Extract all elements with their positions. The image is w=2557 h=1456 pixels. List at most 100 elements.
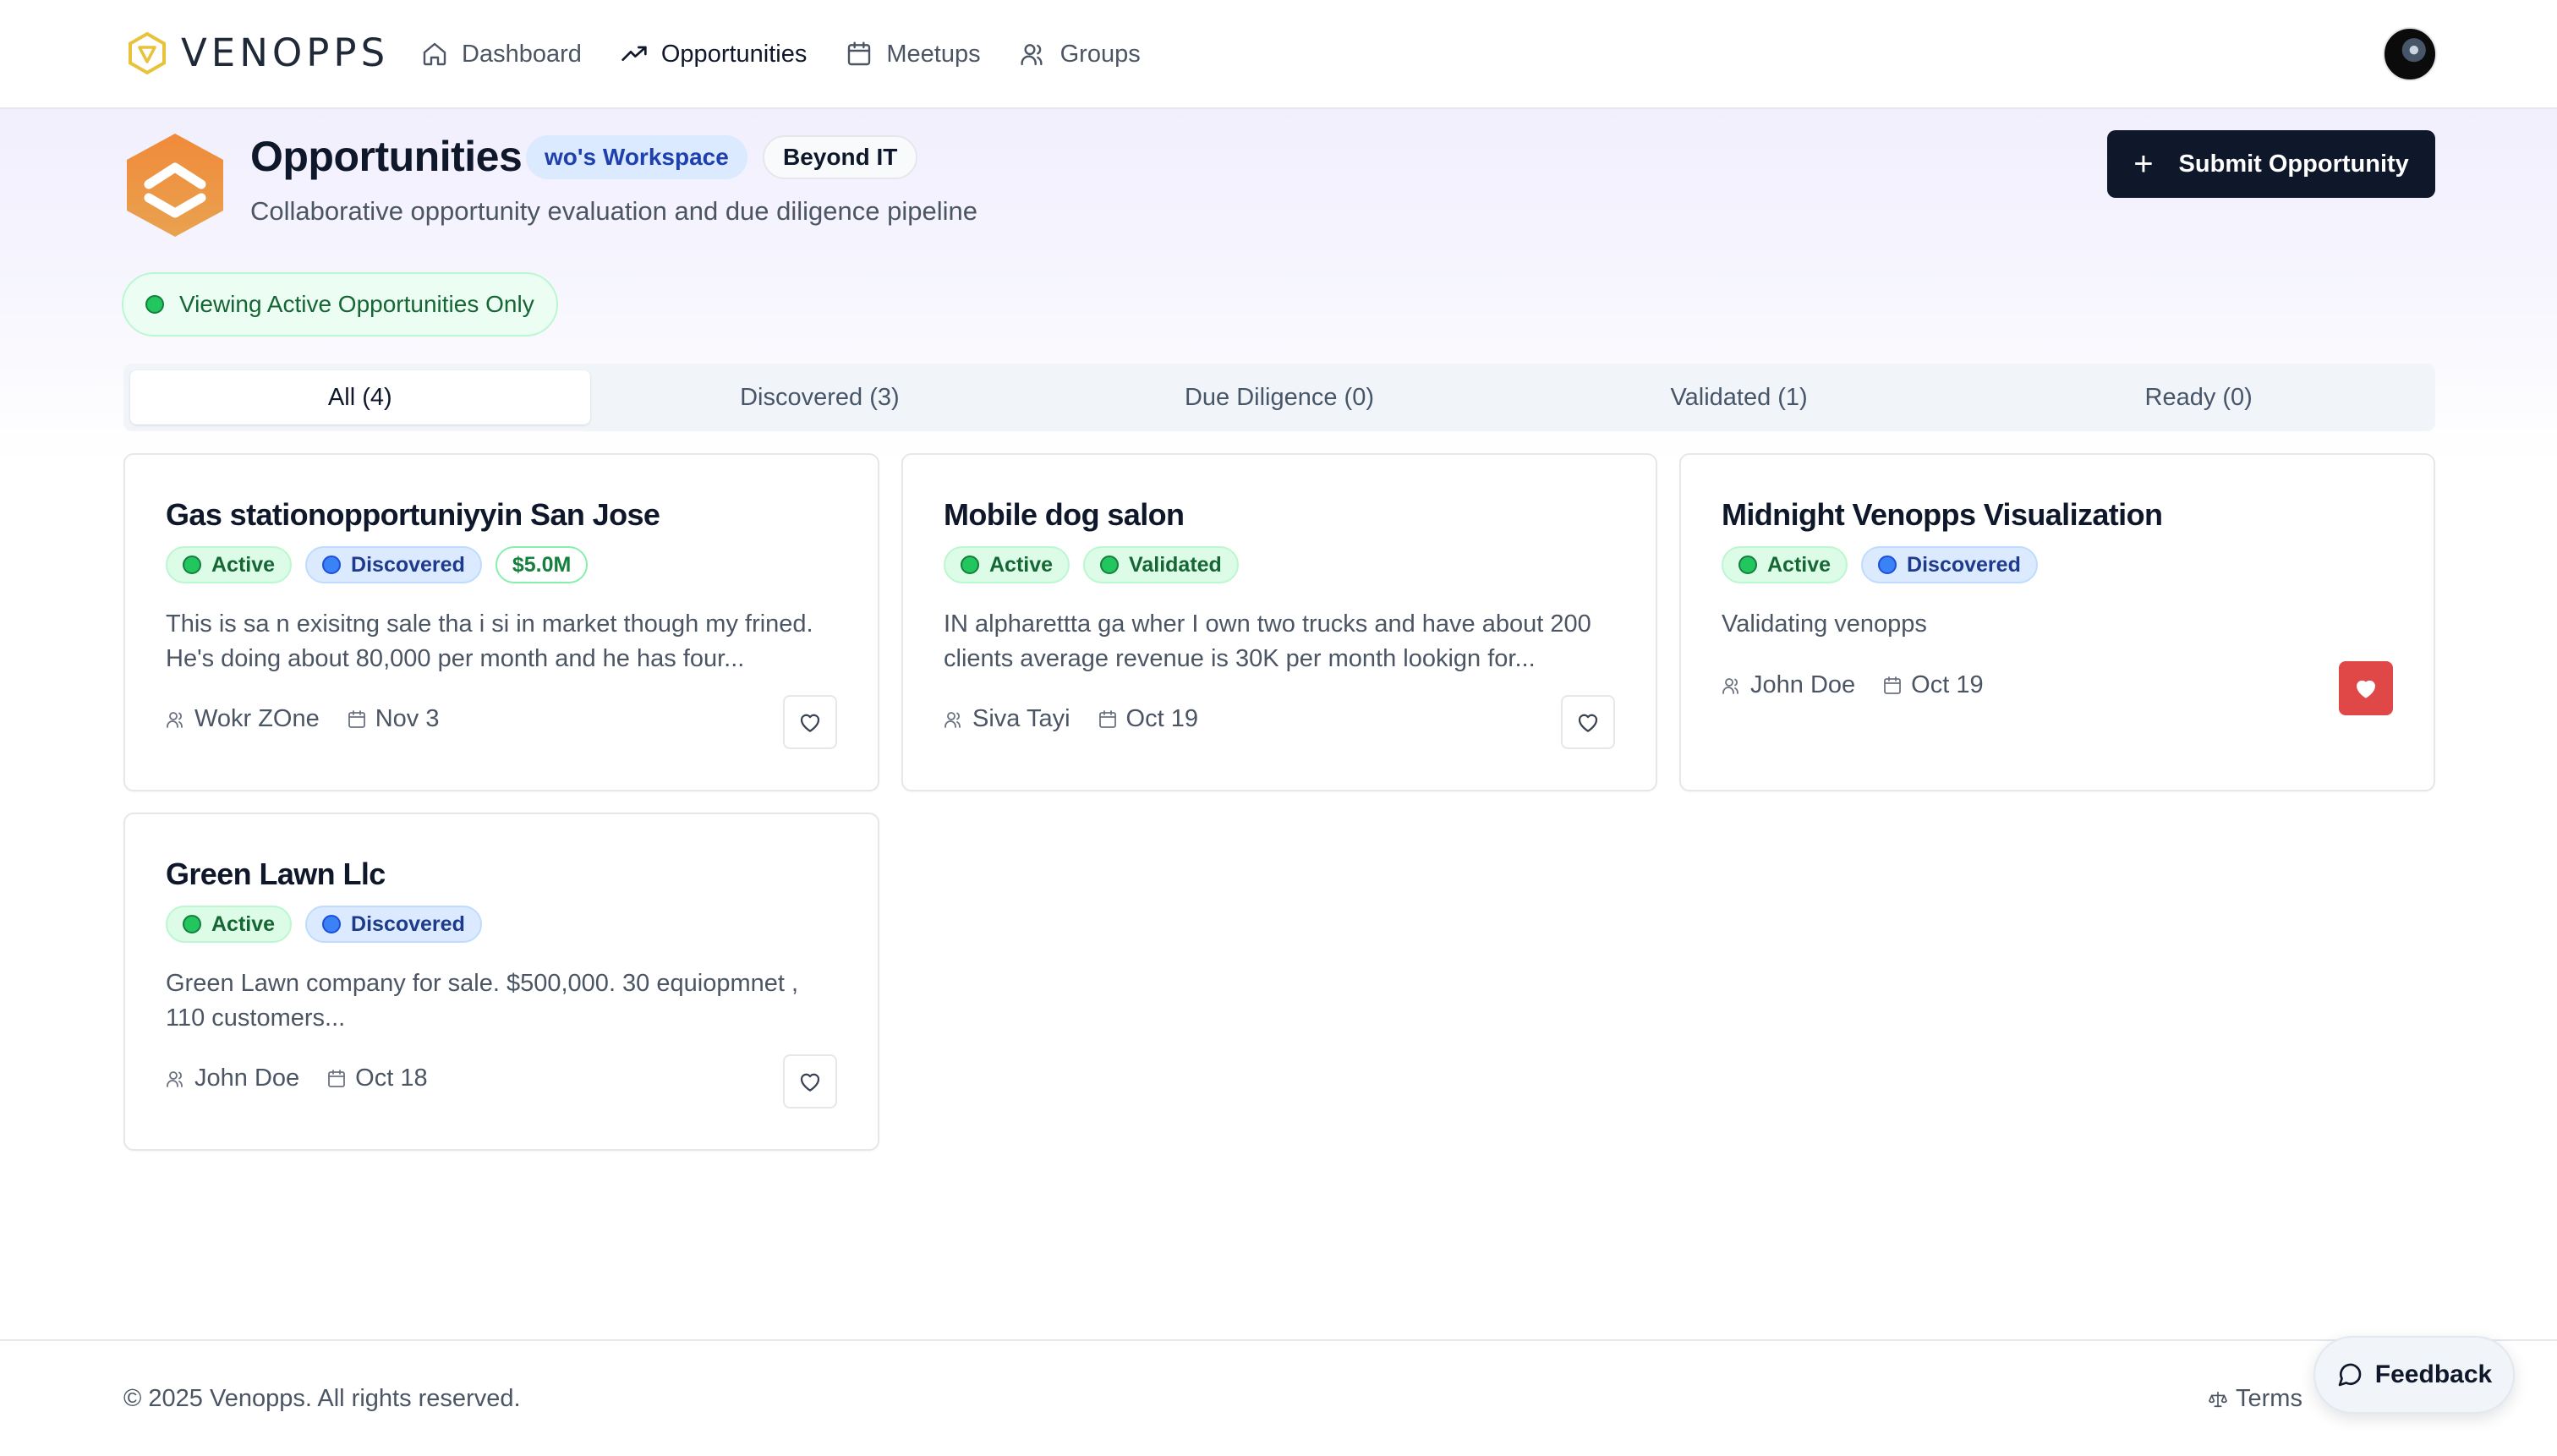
nav-links: Dashboard Opportunities Meetups Groups [421,34,1180,74]
terms-link[interactable]: Terms [2209,1385,2302,1413]
heart-icon [800,714,820,732]
nav-link-label: Opportunities [660,40,808,68]
users-icon [167,1070,183,1087]
card-meta: Wokr ZOne Nov 3 [166,705,466,733]
top-navbar: VENOPPS Dashboard Opportunities Meetups … [0,0,2557,109]
tab-ready[interactable]: Ready (0) [1968,370,2428,424]
venopps-logo-icon [129,31,166,74]
users-icon [945,711,961,728]
brand[interactable]: VENOPPS [125,30,389,75]
badge-label: Active [211,552,276,577]
heart-filled-icon [2357,680,2375,698]
badge-label: Discovered [1907,552,2021,577]
badge-label: Discovered [351,911,465,936]
card-date: Nov 3 [347,705,440,733]
feedback-button[interactable]: Feedback [2313,1336,2515,1414]
status-badge-active: Active [166,906,293,943]
card-title: Gas stationopportuniyyin San Jose [166,497,660,532]
date-text: Oct 18 [355,1065,428,1092]
nav-link-meetups[interactable]: Meetups [846,34,981,74]
footer: © 2025 Venopps. All rights reserved. Ter… [0,1339,2557,1456]
opportunity-card[interactable]: Midnight Venopps Visualization Active Di… [1679,453,2435,791]
opportunity-card[interactable]: Mobile dog salon Active Validated IN alp… [901,453,1657,791]
card-date: Oct 19 [1098,705,1198,733]
tab-discovered[interactable]: Discovered (3) [590,370,1050,424]
status-dot-icon [145,295,164,314]
card-description: Green Lawn company for sale. $500,000. 3… [166,970,799,1032]
badge-label: Active [211,911,276,936]
feedback-label: Feedback [2374,1360,2493,1388]
calendar-icon [328,1069,346,1087]
calendar-icon [348,709,365,728]
user-avatar[interactable] [2383,27,2437,81]
calendar-icon [848,41,871,66]
tab-all[interactable]: All (4) [130,370,590,424]
card-description: IN alpharettta ga wher I own two trucks … [944,610,1591,672]
users-icon [167,711,183,728]
card-description: Validating venopps [1722,610,1927,638]
favorite-button[interactable] [1561,695,1615,749]
stage-dot-icon [1878,556,1897,574]
opportunity-card[interactable]: Gas stationopportuniyyin San Jose Active… [123,453,879,791]
nav-link-groups[interactable]: Groups [1020,34,1141,74]
nav-link-dashboard[interactable]: Dashboard [421,34,582,74]
status-badge-active: Active [1722,546,1848,583]
home-icon [423,42,446,66]
status-badge-active: Active [166,546,293,583]
badge-label: Active [989,552,1054,577]
card-owner: John Doe [1722,671,1855,699]
stage-dot-icon [1100,556,1120,574]
card-meta: John Doe Oct 19 [1722,671,2011,699]
active-filter-label: Viewing Active Opportunities Only [179,291,534,317]
opportunity-card[interactable]: Green Lawn Llc Active Discovered Green L… [123,813,879,1151]
tab-due-diligence[interactable]: Due Diligence (0) [1049,370,1509,424]
heart-icon [800,1073,820,1092]
date-text: Oct 19 [1911,671,1984,698]
scale-icon [2209,1391,2227,1407]
terms-label: Terms [2236,1385,2302,1412]
owner-name: Wokr ZOne [194,705,320,732]
amount-badge: $5.0M [495,546,589,583]
copyright-text: © 2025 Venopps. All rights reserved. [123,1385,521,1412]
card-meta: John Doe Oct 18 [166,1065,455,1092]
status-dot-icon [183,915,201,933]
card-owner: John Doe [166,1065,299,1092]
stage-badge-validated: Validated [1083,546,1239,583]
date-text: Oct 19 [1125,705,1198,732]
card-description: This is sa n exisitng sale tha i si in m… [166,610,813,672]
card-badges: Active Discovered [1722,546,2051,583]
stage-badge-discovered: Discovered [1861,546,2038,583]
favorite-button[interactable] [783,695,837,749]
page-subtitle: Collaborative opportunity evaluation and… [250,196,977,226]
status-dot-icon [961,556,979,574]
calendar-icon [1884,676,1902,694]
stage-tabs: All (4) Discovered (3) Due Diligence (0)… [123,364,2435,431]
nav-link-opportunities[interactable]: Opportunities [621,34,808,74]
badge-label: Validated [1129,552,1222,577]
stage-dot-icon [322,915,342,933]
tab-validated[interactable]: Validated (1) [1509,370,1969,424]
card-owner: Siva Tayi [944,705,1070,733]
stage-badge-discovered: Discovered [305,906,482,943]
brand-name: VENOPPS [181,30,390,75]
stage-badge-discovered: Discovered [305,546,482,583]
owner-name: Siva Tayi [972,705,1070,732]
active-filter-chip: Viewing Active Opportunities Only [122,272,558,337]
message-circle-icon [2338,1363,2362,1387]
trending-up-icon [621,46,647,61]
favorite-button[interactable] [783,1054,837,1108]
card-meta: Siva Tayi Oct 19 [944,705,1225,733]
owner-name: John Doe [1750,671,1856,698]
card-badges: Active Discovered $5.0M [166,546,601,583]
status-dot-icon [1738,556,1757,574]
card-badges: Active Discovered [166,906,496,943]
badge-label: Active [1767,552,1832,577]
date-text: Nov 3 [375,705,440,732]
nav-link-label: Groups [1059,40,1141,68]
opportunities-logo-icon [127,134,223,237]
card-title: Mobile dog salon [944,497,1185,532]
submit-opportunity-button[interactable]: + Submit Opportunity [2107,130,2435,198]
group-badge[interactable]: Beyond IT [763,135,918,179]
status-dot-icon [183,556,201,574]
favorite-button-active[interactable] [2339,661,2393,715]
